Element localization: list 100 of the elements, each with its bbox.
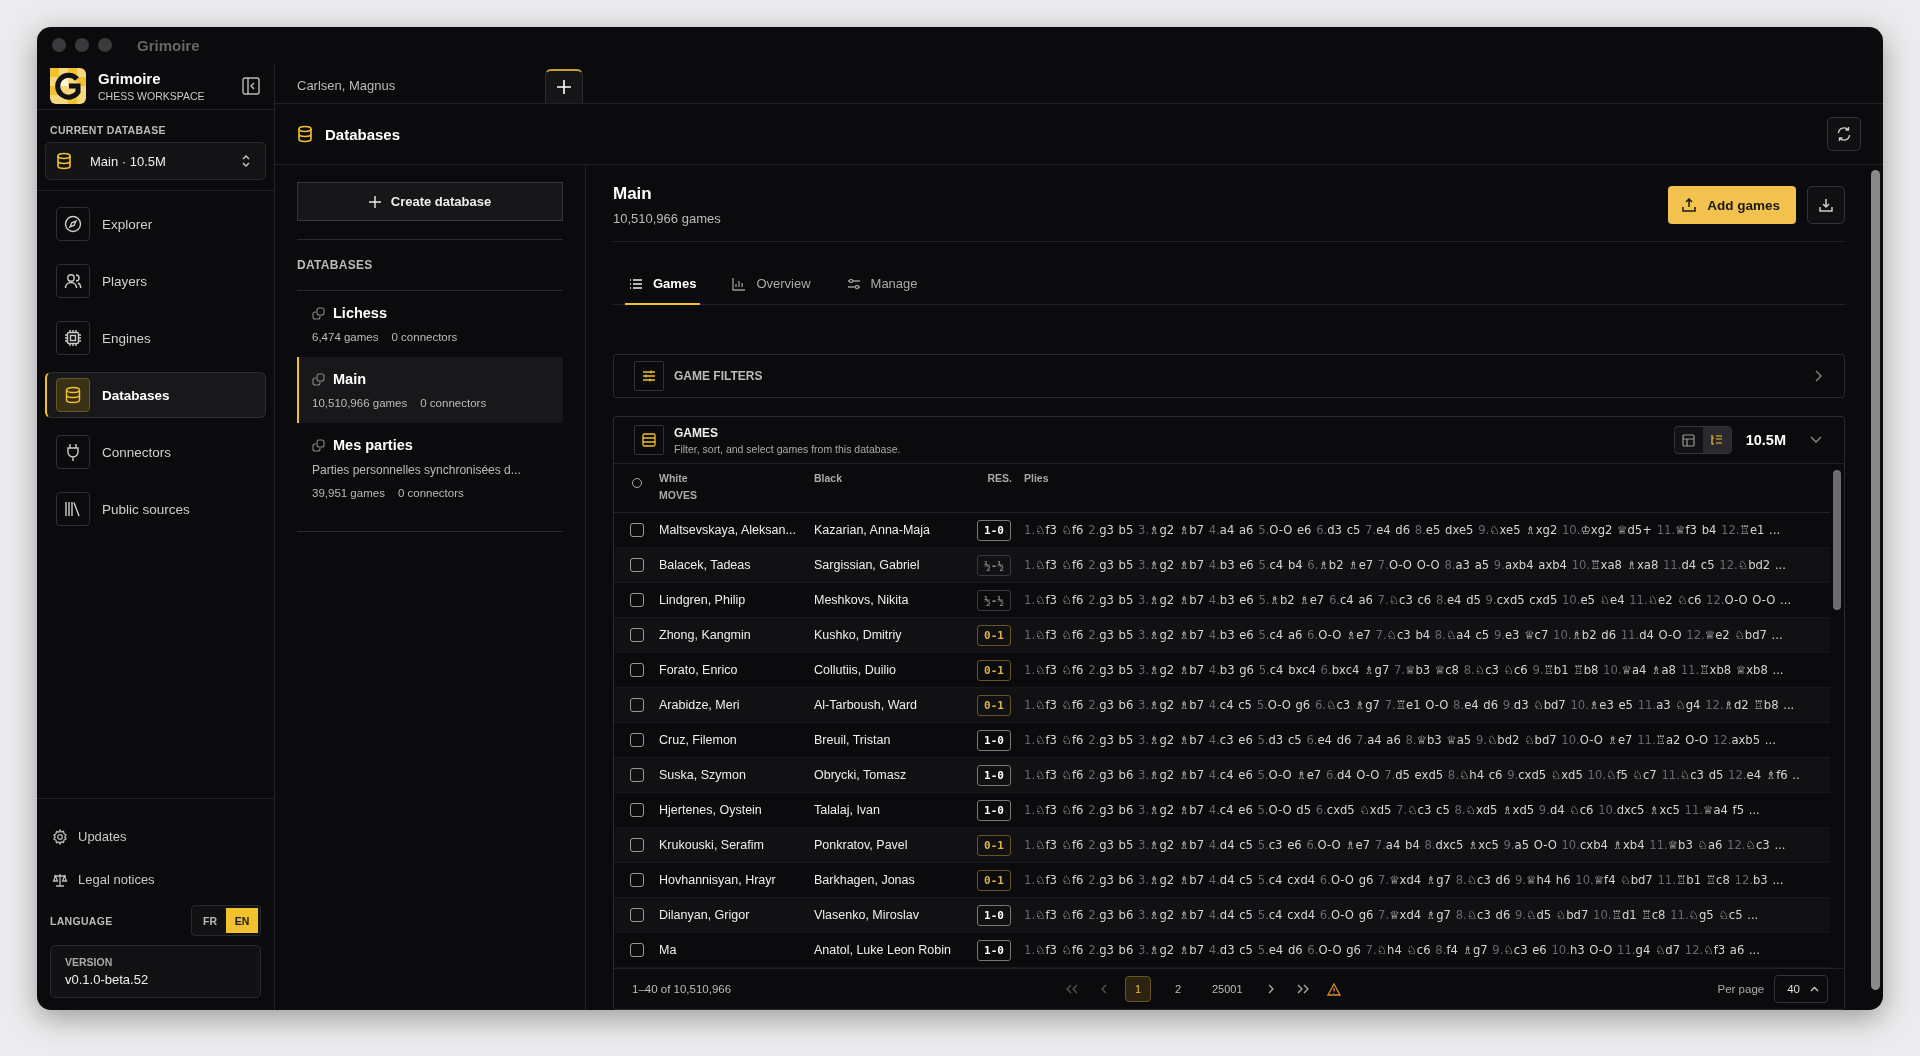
tab[interactable]: Games	[625, 270, 701, 305]
table-cell-text: Krukouski, Serafim	[659, 838, 765, 852]
language-option[interactable]: FR	[194, 908, 226, 933]
moves-cell-text: 1.♘f3 ♘f6 2.g3 b6 3.♗g2 ♗b7 4.c4 e6 5.O-O d5 6.cxd5 ♘xd5 7.♘c3 c5 8.♘xd5 ♗xd5 9.d4 ♘c6 10.dxc5 ♗xc5 11.♕a4 f5 ...	[1023, 803, 1761, 817]
table-cell-text: Collutiis, Duilio	[814, 663, 897, 677]
table-cell-text: Zhong, Kangmin	[659, 628, 752, 642]
table-cell-text: Suska, Szymon	[659, 768, 747, 782]
per-page-label: Per page	[1717, 983, 1765, 995]
row-checkbox[interactable]	[629, 523, 644, 537]
row-checkbox[interactable]	[629, 733, 644, 747]
row-checkbox[interactable]	[629, 873, 644, 887]
database-item[interactable]: Mes parties Parties personnelles synchronisées d... 39,951 games 0 connectors	[297, 423, 563, 513]
moves-cell-text: 1.♘f3 ♘f6 2.g3 b6 3.♗g2 ♗b7 4.d3 c5 5.e4 d6 6.O-O g6 7.♘h4 ♘c6 8.f4 ♗g7 9.♘c3 e6 10.h3 O-O 11.g4 ♘d7 12.♘f3 a6 ...	[1023, 943, 1761, 957]
table-cell-text: Kazarian, Anna-Maja	[814, 523, 932, 537]
database-item[interactable]: Lichess 6,474 games 0 connectors	[297, 291, 563, 357]
upload-icon	[1682, 198, 1697, 212]
table-cell-text: Lindgren, Philip	[659, 593, 747, 607]
panel-description: Filter, sort, and select games from this database.	[674, 442, 902, 455]
add-games-button[interactable]: Add games	[1668, 186, 1796, 224]
column-header[interactable]: RES.	[970, 472, 1018, 484]
sliders-icon	[846, 276, 861, 291]
sidebar-link[interactable]: Updates	[50, 815, 261, 858]
sidebar-toggle-icon[interactable]	[242, 77, 260, 95]
row-checkbox[interactable]	[629, 943, 644, 957]
moves-cell-text: 1.♘f3 ♘f6 2.g3 b5 3.♗g2 ♗b7 4.b3 e6 5.c4 a6 6.O-O ♗e7 7.♘c3 b4 8.♘a4 c5 9.e3 ♕c7 10.♗b2 d6 11.d4 O-O 12.♕e2 ♘bd7 ...	[1023, 628, 1784, 642]
result-tag: 1-0	[977, 799, 1011, 821]
tab[interactable]: Manage	[842, 270, 922, 305]
page-button[interactable]: 25001	[1205, 976, 1250, 1002]
game-count: 6,474 games	[312, 331, 379, 343]
table-cell-text: Meshkovs, Nikita	[814, 593, 910, 607]
download-icon	[1819, 198, 1833, 212]
connector-count: 0 connectors	[391, 331, 458, 343]
nav-item[interactable]: Databases	[45, 372, 266, 418]
version-label: VERSION	[65, 956, 114, 968]
column-header[interactable]: White	[659, 472, 814, 484]
table-cell-text: Sargissian, Gabriel	[814, 558, 921, 572]
per-page-select[interactable]: 40	[1774, 975, 1828, 1003]
column-header[interactable]: MOVES	[659, 489, 814, 501]
sliders-icon	[634, 361, 664, 391]
nav-item[interactable]: Connectors	[45, 429, 266, 475]
table-cell-text: Balacek, Tadeas	[659, 558, 752, 572]
users-icon	[56, 264, 90, 298]
chevron-up-icon	[1810, 986, 1819, 992]
column-header[interactable]: Plies	[1018, 472, 1830, 484]
sidebar-link[interactable]: Legal notices	[50, 858, 261, 901]
create-database-button[interactable]: Create database	[297, 182, 563, 221]
compass-icon	[56, 207, 90, 241]
game-count: 10,510,966 games	[312, 397, 408, 409]
row-checkbox[interactable]	[629, 908, 644, 922]
database-select[interactable]: Main · 10.5M	[45, 142, 266, 180]
refresh-button[interactable]	[1827, 117, 1861, 151]
row-checkbox[interactable]	[629, 663, 644, 677]
nav-item[interactable]: Explorer	[45, 201, 266, 247]
row-checkbox[interactable]	[629, 558, 644, 572]
chevron-right-icon	[1814, 370, 1822, 382]
row-checkbox[interactable]	[629, 593, 644, 607]
language-option[interactable]: EN	[226, 908, 258, 933]
window-title: Grimoire	[137, 36, 200, 54]
nav-item[interactable]: Public sources	[45, 486, 266, 532]
moves-cell-text: 1.♘f3 ♘f6 2.g3 b6 3.♗g2 ♗b7 4.c4 c5 5.O-O g6 6.♘c3 ♗g7 7.♖e1 O-O 8.e4 d6 9.d3 ♘bd7 10.♗e3 e5 11.a3 ♘g4 12.♗d2 ♖b8 ...	[1023, 698, 1796, 712]
result-tag: 0-1	[977, 834, 1011, 856]
document-tab[interactable]: Carlsen, Magnus	[297, 77, 545, 93]
version-number: v0.1.0-beta.52	[65, 972, 150, 987]
row-checkbox[interactable]	[629, 628, 644, 642]
page-title: Databases	[325, 125, 402, 143]
tab[interactable]: Overview	[728, 270, 815, 305]
database-title: Main	[613, 184, 653, 204]
page-button[interactable]: 1	[1125, 976, 1151, 1002]
panel-title: GAMES	[674, 425, 719, 440]
database-name: Main	[333, 371, 367, 387]
moves-cell-text: 1.♘f3 ♘f6 2.g3 b5 3.♗g2 ♗b7 4.c3 e6 5.d3 c5 6.e4 d6 7.a4 a6 8.♕b3 ♕a5 9.♘bd2 ♘bd7 10.O-O ♗e7 11.♖a2 O-O 12.axb5 ...	[1023, 733, 1777, 747]
game-count: 10,510,966 games	[613, 211, 722, 226]
table-cell-text: Hjertenes, Oystein	[659, 803, 763, 817]
database-icon	[56, 152, 72, 170]
database-item[interactable]: Main 10,510,966 games 0 connectors	[297, 357, 563, 423]
row-checkbox[interactable]	[629, 803, 644, 817]
logo-icon	[50, 68, 86, 104]
table-icon	[1682, 433, 1696, 447]
row-range: 1–40 of 10,510,966	[632, 983, 733, 995]
filters-panel[interactable]: GAME FILTERS	[613, 354, 1845, 398]
download-button[interactable]	[1807, 186, 1845, 224]
table-cell-text: Kushko, Dmitriy	[814, 628, 903, 642]
nav-item[interactable]: Players	[45, 258, 266, 304]
database-icon	[297, 125, 313, 143]
list-icon	[629, 276, 643, 291]
chip-icon	[56, 321, 90, 355]
tree-view-button[interactable]	[1702, 427, 1731, 453]
result-tag: 1-0	[977, 519, 1011, 541]
result-tag: 1-0	[977, 939, 1011, 961]
connector-count: 0 connectors	[397, 487, 464, 499]
column-header[interactable]: Black	[814, 472, 970, 484]
panel-title: GAME FILTERS	[674, 369, 764, 383]
page-button[interactable]: 2	[1165, 976, 1191, 1002]
new-tab-button[interactable]	[545, 69, 583, 103]
nav-item[interactable]: Engines	[45, 315, 266, 361]
row-checkbox[interactable]	[629, 768, 644, 782]
row-checkbox[interactable]	[629, 698, 644, 712]
table-cell-text: Arabidze, Meri	[659, 698, 741, 712]
row-checkbox[interactable]	[629, 838, 644, 852]
result-tag: 1-0	[977, 764, 1011, 786]
